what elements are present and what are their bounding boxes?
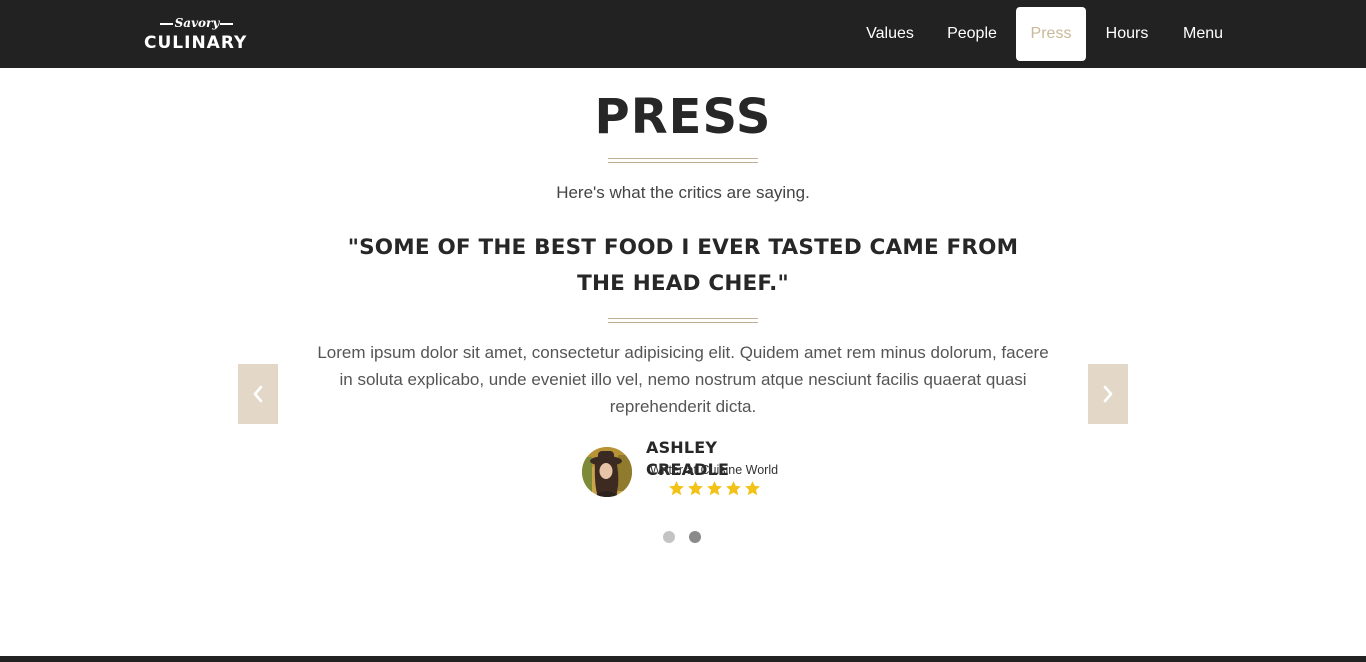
top-navbar: Savory CULINARY Values People Press Hour… xyxy=(0,0,1366,68)
nav-item-menu[interactable]: Menu xyxy=(1170,7,1236,61)
author-role: Writer at Cuisine World xyxy=(650,463,779,477)
carousel-dot-2[interactable] xyxy=(689,531,701,543)
rating-stars xyxy=(668,480,761,500)
testimonial-quote: "SOME OF THE BEST FOOD I EVER TASTED CAM… xyxy=(347,235,1019,296)
testimonial-body: Lorem ipsum dolor sit amet, consectetur … xyxy=(317,343,1049,416)
brand-script-word: Savory xyxy=(174,16,220,30)
title-divider xyxy=(608,158,758,163)
carousel-dot-1[interactable] xyxy=(663,531,675,543)
brand-logo[interactable]: Savory CULINARY xyxy=(144,13,254,55)
chevron-left-icon xyxy=(253,385,263,403)
author-avatar xyxy=(582,447,632,497)
nav-item-press[interactable]: Press xyxy=(1016,7,1086,61)
brand-name: CULINARY xyxy=(144,33,248,53)
footer-strip xyxy=(0,656,1366,662)
nav-item-values[interactable]: Values xyxy=(854,7,926,61)
chevron-right-icon xyxy=(1103,385,1113,403)
section-subtitle: Here's what the critics are saying. xyxy=(556,183,810,202)
nav-item-people[interactable]: People xyxy=(936,7,1008,61)
star-icon xyxy=(745,481,760,496)
carousel-next-button[interactable] xyxy=(1088,364,1128,424)
quote-divider xyxy=(608,318,758,323)
nav-item-hours[interactable]: Hours xyxy=(1094,7,1160,61)
star-icon xyxy=(688,481,703,496)
star-icon xyxy=(726,481,741,496)
carousel-indicators xyxy=(663,531,701,543)
star-icon xyxy=(669,481,684,496)
star-icon xyxy=(707,481,722,496)
carousel-prev-button[interactable] xyxy=(238,364,278,424)
logo-dash-right xyxy=(220,23,233,25)
section-title: PRESS xyxy=(594,89,772,145)
